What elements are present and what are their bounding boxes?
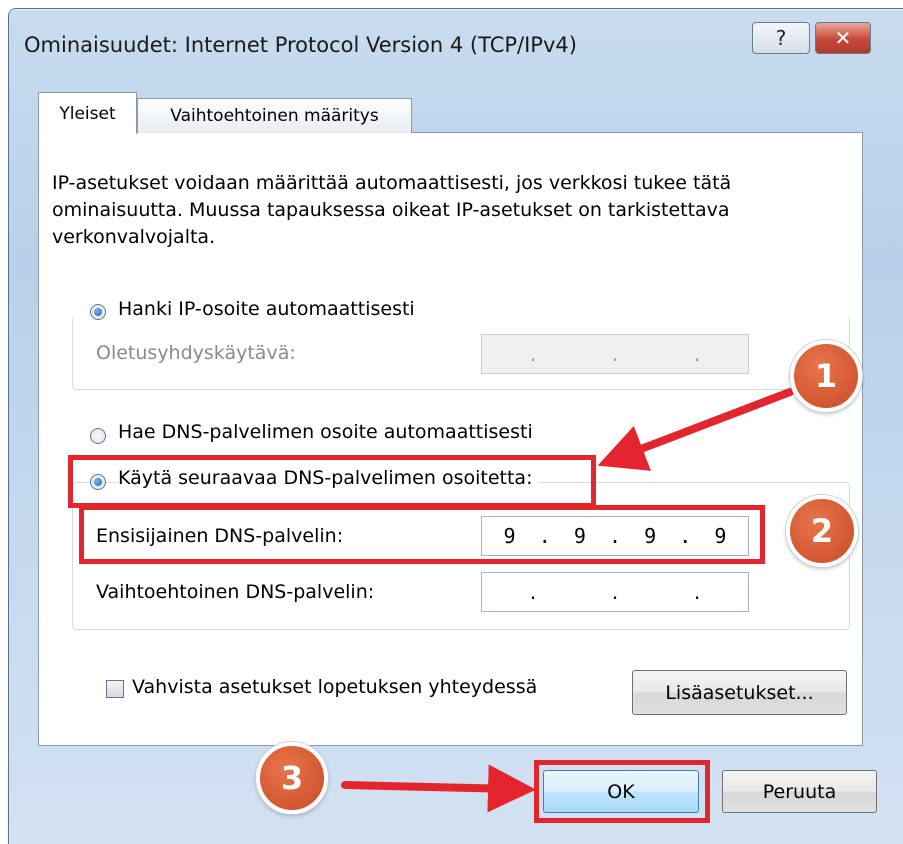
tab-label: Yleiset	[59, 103, 116, 124]
step-badge-3: 3	[256, 742, 328, 814]
arrow-3	[341, 764, 536, 813]
step-badge-2: 2	[786, 495, 858, 567]
tab-general[interactable]: Yleiset	[38, 92, 137, 134]
arrow-1	[597, 388, 794, 471]
step-badge-1: 1	[790, 340, 862, 412]
